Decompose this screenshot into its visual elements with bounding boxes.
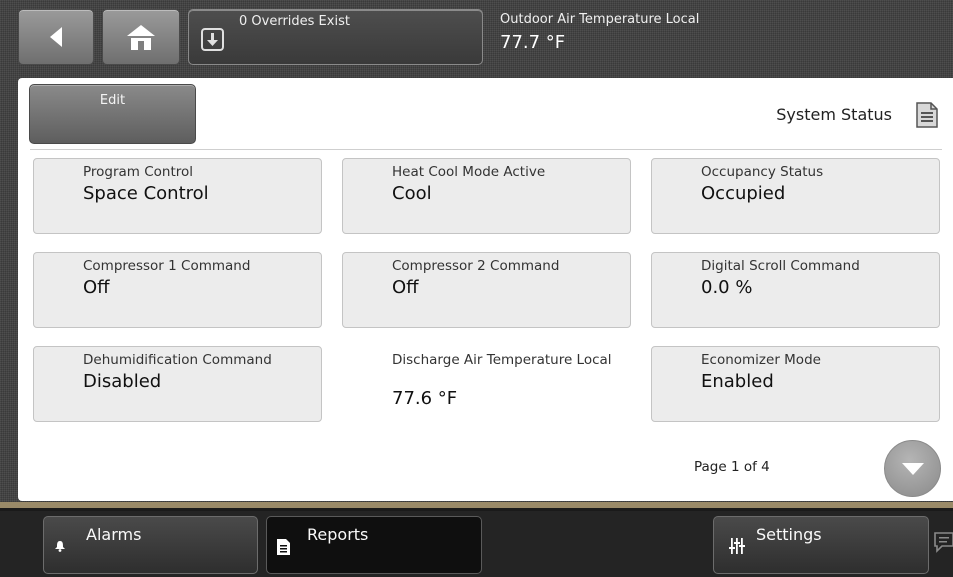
tile-label: Economizer Mode [701,352,821,368]
page-down-button[interactable] [884,440,941,497]
tile-occupancy-status[interactable]: Occupancy Status Occupied [651,158,940,234]
reports-label: Reports [307,525,369,544]
chat-icon[interactable] [933,531,953,553]
edit-button[interactable]: Edit [29,84,196,144]
document-icon[interactable] [916,102,938,128]
tile-label: Digital Scroll Command [701,258,860,274]
tile-value: Enabled [701,371,774,392]
settings-label: Settings [756,525,822,544]
divider [30,149,942,150]
tile-label: Compressor 2 Command [392,258,560,274]
tile-value: Off [83,277,110,298]
bell-icon [55,541,65,552]
settings-button[interactable]: Settings [713,516,929,574]
tile-value: Off [392,277,419,298]
tile-label: Heat Cool Mode Active [392,164,546,180]
tile-value: 77.6 °F [392,388,458,409]
tile-program-control[interactable]: Program Control Space Control [33,158,322,234]
tile-value: Space Control [83,183,209,204]
tile-discharge-air-temp: Discharge Air Temperature Local 77.6 °F [342,346,631,422]
chevron-down-icon [901,462,924,475]
tile-digital-scroll[interactable]: Digital Scroll Command 0.0 % [651,252,940,328]
tile-heat-cool-mode[interactable]: Heat Cool Mode Active Cool [342,158,631,234]
alarms-label: Alarms [86,525,142,544]
home-button[interactable] [102,9,180,65]
tile-label: Discharge Air Temperature Local [392,352,612,368]
tile-compressor-2[interactable]: Compressor 2 Command Off [342,252,631,328]
tile-value: Cool [392,183,432,204]
bottom-nav: Alarms Reports Settings [0,511,953,577]
alarms-button[interactable]: Alarms [43,516,258,574]
outdoor-air-temp-value: 77.7 °F [500,32,566,53]
tile-label: Dehumidification Command [83,352,272,368]
tile-economizer-mode[interactable]: Economizer Mode Enabled [651,346,940,422]
top-bar: 0 Overrides Exist Outdoor Air Temperatur… [0,0,953,74]
back-button[interactable] [18,9,94,65]
sliders-icon [729,538,745,554]
tile-compressor-1[interactable]: Compressor 1 Command Off [33,252,322,328]
document-icon [277,539,290,555]
system-status-panel: Edit System Status Program Control Space… [18,78,953,501]
page-indicator: Page 1 of 4 [694,459,770,475]
tile-label: Compressor 1 Command [83,258,251,274]
tile-label: Occupancy Status [701,164,824,180]
tile-value: Disabled [83,371,162,392]
overrides-status: 0 Overrides Exist [239,14,350,29]
download-arrow-icon [201,28,224,51]
tile-label: Program Control [83,164,194,180]
back-arrow-icon [50,27,62,47]
overrides-button[interactable]: 0 Overrides Exist [188,9,483,65]
tile-dehumidification[interactable]: Dehumidification Command Disabled [33,346,322,422]
home-icon [127,25,155,50]
reports-button[interactable]: Reports [266,516,482,574]
outdoor-air-temp-label: Outdoor Air Temperature Local [500,12,700,27]
tile-value: 0.0 % [701,277,753,298]
page-title: System Status [776,105,892,124]
tile-value: Occupied [701,183,786,204]
